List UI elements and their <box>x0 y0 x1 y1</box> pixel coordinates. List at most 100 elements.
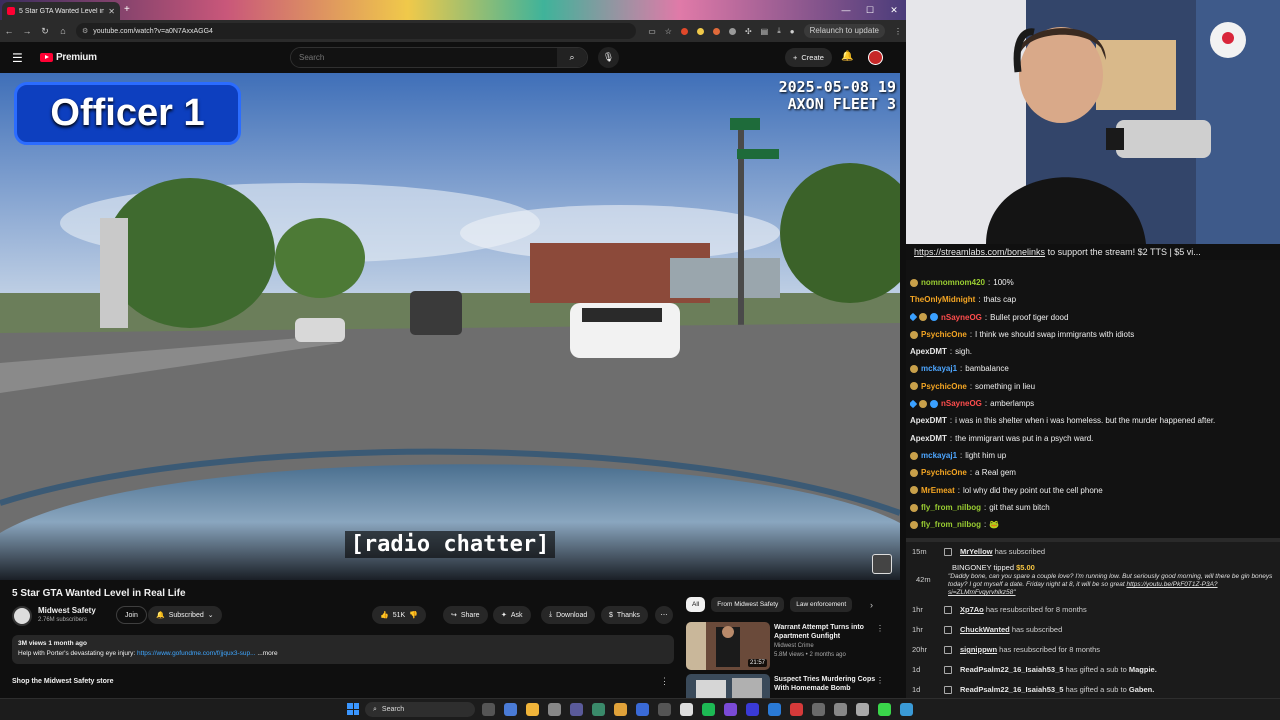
chat-username[interactable]: mckayaj1 <box>921 447 957 464</box>
ask-button[interactable]: ✦ Ask <box>493 606 531 624</box>
video-menu-icon[interactable]: ⋮ <box>876 624 884 633</box>
shop-menu-icon[interactable]: ⋮ <box>660 676 669 687</box>
app-icon[interactable] <box>504 703 517 716</box>
recommended-video[interactable]: Suspect Tries Murdering Cops With Homema… <box>686 674 896 698</box>
gift-recipient[interactable]: Magpie. <box>1129 665 1157 674</box>
video-thumbnail[interactable]: 21:57 <box>686 622 770 670</box>
event-user[interactable]: BINGONEY <box>952 563 991 572</box>
download-button[interactable]: ⤓ Download <box>541 606 596 624</box>
chat-username[interactable]: MrEmeat <box>921 482 955 499</box>
streamlabs-link[interactable]: https://streamlabs.com/bonelinks <box>914 247 1045 257</box>
search-icon[interactable]: ⌕ <box>557 48 587 67</box>
subscribed-button[interactable]: 🔔 Subscribed ⌄ <box>148 606 222 624</box>
youtube-logo[interactable]: Premium <box>40 52 97 63</box>
event-user[interactable]: ReadPsalm22_16_Isaiah53_5 <box>960 685 1063 694</box>
thumbs-down-icon[interactable]: 👎 <box>409 611 418 619</box>
back-icon[interactable]: ← <box>4 26 14 36</box>
start-menu-icon[interactable] <box>347 703 359 715</box>
like-dislike-button[interactable]: 👍 51K 👎 <box>372 606 426 624</box>
taskbar-search[interactable]: ⌕ Search <box>365 702 475 717</box>
channel-name[interactable]: Midwest Safety <box>38 606 96 615</box>
extension-icon[interactable] <box>680 27 688 35</box>
video-thumbnail[interactable] <box>686 674 770 698</box>
app-icon[interactable] <box>812 703 825 716</box>
relaunch-button[interactable]: Relaunch to update <box>803 24 885 38</box>
minimize-icon[interactable]: — <box>834 0 858 20</box>
chevron-right-icon[interactable]: › <box>870 600 873 610</box>
browser-tab[interactable]: 5 Star GTA Wanted Level in ✕ <box>2 2 120 20</box>
event-user[interactable]: Xp7Ao <box>960 605 984 614</box>
chat-username[interactable]: fly_from_nilbog <box>921 516 981 533</box>
share-button[interactable]: ↪ Share <box>443 606 488 624</box>
maximize-icon[interactable]: ☐ <box>858 0 882 20</box>
profile-icon[interactable]: ● <box>790 27 795 36</box>
forward-icon[interactable]: → <box>22 26 32 36</box>
chip-all[interactable]: All <box>686 597 706 612</box>
app-icon[interactable] <box>592 703 605 716</box>
bookmark-star-icon[interactable]: ☆ <box>665 27 672 36</box>
voice-search-icon[interactable]: 🎙 <box>598 47 619 68</box>
video-menu-icon[interactable]: ⋮ <box>876 676 884 685</box>
gift-recipient[interactable]: Gaben. <box>1129 685 1154 694</box>
chat-username[interactable]: ApexDMT <box>910 430 947 447</box>
chat-username[interactable]: ApexDMT <box>910 412 947 429</box>
gofundme-link[interactable]: https://www.gofundme.com/f/jjqux3-sup... <box>137 650 256 657</box>
chat-username[interactable]: nSayneOG <box>941 309 982 326</box>
app-icon[interactable] <box>680 703 693 716</box>
thanks-button[interactable]: $ Thanks <box>601 606 648 624</box>
task-view-icon[interactable] <box>482 703 495 716</box>
app-icon[interactable] <box>636 703 649 716</box>
channel-watermark-icon[interactable] <box>872 554 892 574</box>
app-icon[interactable] <box>900 703 913 716</box>
event-user[interactable]: ChuckWanted <box>960 625 1010 634</box>
more-link[interactable]: ...more <box>256 650 277 657</box>
app-icon[interactable] <box>724 703 737 716</box>
app-icon[interactable] <box>570 703 583 716</box>
chat-username[interactable]: nSayneOG <box>941 395 982 412</box>
app-icon[interactable] <box>746 703 759 716</box>
spotify-icon[interactable] <box>702 703 715 716</box>
chat-username[interactable]: ApexDMT <box>910 343 947 360</box>
event-user[interactable]: signippwn <box>960 645 997 654</box>
app-icon[interactable] <box>548 703 561 716</box>
cast-icon[interactable]: ▭ <box>648 27 656 36</box>
app-icon[interactable] <box>790 703 803 716</box>
chat-username[interactable]: PsychicOne <box>921 326 967 343</box>
more-actions-icon[interactable]: ⋯ <box>655 606 673 624</box>
app-icon[interactable] <box>768 703 781 716</box>
download-icon[interactable]: ⤓ <box>777 26 781 36</box>
url-bar[interactable]: ⚙ youtube.com/watch?v=a0N7AxxAGG4 <box>76 23 636 39</box>
extension-icon[interactable] <box>712 27 720 35</box>
create-button[interactable]: + Create <box>785 48 832 67</box>
extension-icon[interactable] <box>728 27 736 35</box>
recommended-video[interactable]: 21:57 Warrant Attempt Turns into Apartme… <box>686 622 896 670</box>
chat-username[interactable]: PsychicOne <box>921 464 967 481</box>
chat-username[interactable]: TheOnlyMidnight <box>910 291 975 308</box>
chat-username[interactable]: PsychicOne <box>921 378 967 395</box>
chip-from-channel[interactable]: From Midwest Safety <box>711 597 785 612</box>
event-user[interactable]: ReadPsalm22_16_Isaiah53_5 <box>960 665 1063 674</box>
thumbs-up-icon[interactable]: 👍 <box>380 611 389 619</box>
extension-icon[interactable] <box>696 27 704 35</box>
reload-icon[interactable]: ↻ <box>40 26 50 37</box>
home-icon[interactable]: ⌂ <box>58 26 68 36</box>
description-box[interactable]: 3M views 1 month ago Help with Porter's … <box>12 635 674 664</box>
video-player[interactable]: Officer 1 2025-05-08 19 AXON FLEET 3 [ra… <box>0 73 900 580</box>
channel-avatar[interactable] <box>12 606 32 626</box>
menu-kebab-icon[interactable]: ⋮ <box>894 27 902 36</box>
app-icon[interactable] <box>658 703 671 716</box>
chrome-icon[interactable] <box>526 703 539 716</box>
join-button[interactable]: Join <box>116 606 147 624</box>
close-tab-icon[interactable]: ✕ <box>108 7 115 16</box>
puzzle-icon[interactable]: ✣ <box>745 27 752 36</box>
app-icon[interactable] <box>834 703 847 716</box>
search-input[interactable] <box>291 48 557 67</box>
shop-label[interactable]: Shop the Midwest Safety store <box>12 678 114 685</box>
chip-law-enforcement[interactable]: Law enforcement <box>790 597 853 612</box>
app-icon[interactable] <box>856 703 869 716</box>
site-info-icon[interactable]: ⚙ <box>82 27 88 35</box>
hamburger-menu-icon[interactable]: ☰ <box>12 51 28 65</box>
app-icon[interactable] <box>878 703 891 716</box>
sidebar-icon[interactable]: ▤ <box>761 27 769 36</box>
notifications-bell-icon[interactable]: 🔔 <box>841 51 853 62</box>
